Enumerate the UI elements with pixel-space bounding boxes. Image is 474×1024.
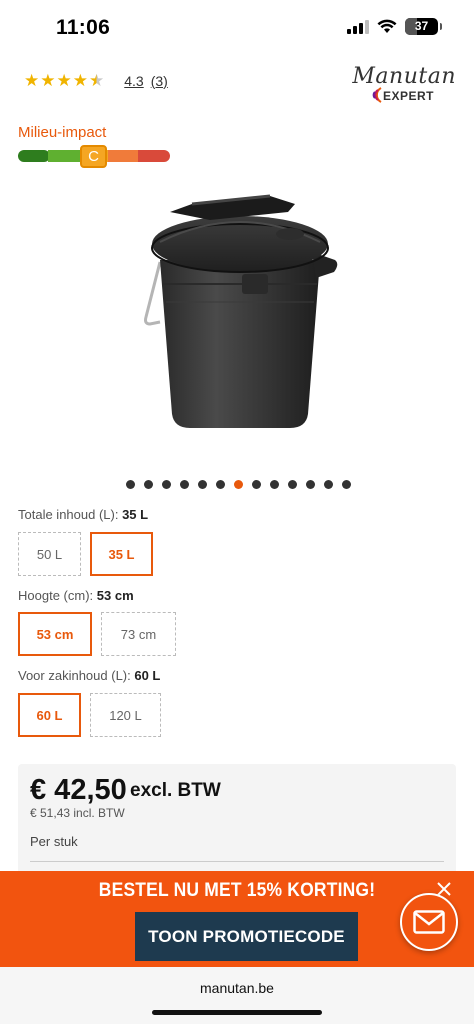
star-icon: ★ (24, 71, 40, 90)
half-star-icon: ★ (89, 71, 105, 90)
variant-selected-value: 60 L (134, 668, 161, 683)
milieu-grade-badge: C (80, 145, 107, 168)
manutan-expert-logo: Manutan EXPERT (352, 64, 458, 108)
promo-text: BESTEL NU MET 15% KORTING! (19, 880, 455, 902)
option-73cm[interactable]: 73 cm (101, 612, 176, 656)
battery-icon: 37 (405, 18, 442, 35)
trash-bin-image[interactable] (130, 182, 350, 442)
carousel-dot[interactable] (306, 480, 315, 489)
url-text[interactable]: manutan.be (0, 980, 474, 996)
battery-level: 37 (414, 19, 429, 33)
carousel-dot[interactable] (144, 480, 153, 489)
option-35l[interactable]: 35 L (90, 532, 153, 576)
variant-selected-value: 53 cm (96, 588, 134, 603)
rating-stars: ★ ★ ★ ★ ★ (24, 72, 104, 89)
carousel-dot[interactable] (270, 480, 279, 489)
milieu-impact-label: Milieu-impact (18, 124, 107, 141)
divider (30, 861, 444, 862)
status-icons: 37 (347, 18, 442, 35)
milieu-segment-d (108, 150, 142, 162)
variant-label-volume: Totale inhoud (L): 35 L (18, 507, 148, 522)
carousel-dot[interactable] (198, 480, 207, 489)
logo-mark-icon (372, 87, 382, 103)
option-120l[interactable]: 120 L (90, 693, 161, 737)
option-60l[interactable]: 60 L (18, 693, 81, 737)
variant-label-bag-volume: Voor zakinhoud (L): 60 L (18, 668, 160, 683)
promo-text-highlight: 15% KORTING! (246, 880, 376, 901)
image-carousel-dots (126, 480, 351, 489)
mail-icon (413, 910, 445, 934)
price-excl-label: excl. BTW (130, 780, 221, 801)
signal-icon (347, 19, 369, 34)
carousel-dot[interactable] (216, 480, 225, 489)
price-box: € 42,50 excl. BTW € 51,43 incl. BTW Per … (18, 764, 456, 884)
carousel-dot-active[interactable] (234, 480, 243, 489)
promo-text-before: BESTEL NU MET (98, 880, 247, 901)
star-icon: ★ (72, 71, 88, 90)
home-indicator[interactable] (152, 1010, 322, 1015)
variant-label-text: Totale inhoud (L): (18, 507, 119, 522)
milieu-segment-e (138, 150, 170, 162)
logo-subtitle: EXPERT (382, 89, 434, 103)
show-promo-code-button[interactable]: TOON PROMOTIECODE (135, 912, 358, 961)
carousel-dot[interactable] (342, 480, 351, 489)
carousel-dot[interactable] (252, 480, 261, 489)
variant-selected-value: 35 L (122, 507, 149, 522)
price-unit: Per stuk (30, 834, 78, 849)
carousel-dot[interactable] (126, 480, 135, 489)
browser-url-bar[interactable]: manutan.be (0, 967, 474, 1024)
wifi-icon (377, 19, 397, 33)
carousel-dot[interactable] (162, 480, 171, 489)
price-amount: € 42,50 (30, 774, 127, 806)
star-icon: ★ (40, 71, 56, 90)
rating-value[interactable]: 4.3 (124, 73, 143, 89)
rating-row: ★ ★ ★ ★ ★ 4.3 (3) (24, 72, 168, 89)
carousel-dot[interactable] (288, 480, 297, 489)
status-time: 11:06 (56, 16, 111, 39)
rating-count[interactable]: (3) (151, 73, 168, 89)
milieu-segment-a (18, 150, 50, 162)
variant-label-text: Voor zakinhoud (L): (18, 668, 131, 683)
carousel-dot[interactable] (324, 480, 333, 489)
contact-mail-button[interactable] (400, 893, 458, 951)
milieu-segment-b (48, 150, 82, 162)
price-incl: € 51,43 incl. BTW (30, 806, 125, 820)
status-bar: 11:06 37 (0, 0, 474, 56)
variant-label-text: Hoogte (cm): (18, 588, 94, 603)
variant-label-height: Hoogte (cm): 53 cm (18, 588, 134, 603)
option-50l[interactable]: 50 L (18, 532, 81, 576)
option-53cm[interactable]: 53 cm (18, 612, 92, 656)
carousel-dot[interactable] (180, 480, 189, 489)
star-icon: ★ (56, 71, 72, 90)
